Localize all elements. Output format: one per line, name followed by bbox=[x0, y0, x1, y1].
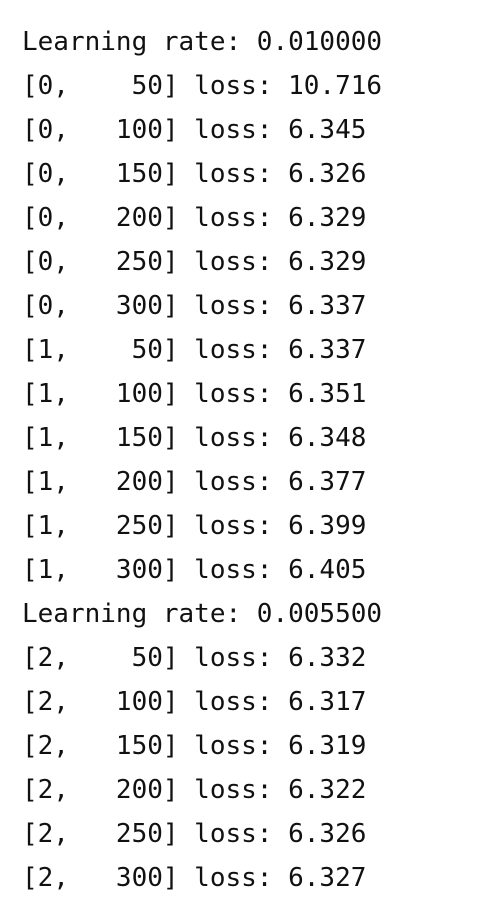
log-line: [0, 200] loss: 6.329 bbox=[22, 203, 367, 233]
log-line: [1, 100] loss: 6.351 bbox=[22, 379, 367, 409]
log-line: [1, 200] loss: 6.377 bbox=[22, 467, 367, 497]
console-output: Learning rate: 0.010000 [0, 50] loss: 10… bbox=[22, 20, 482, 900]
log-line: [2, 150] loss: 6.319 bbox=[22, 731, 367, 761]
log-line: [0, 250] loss: 6.329 bbox=[22, 247, 367, 277]
log-line: [2, 200] loss: 6.322 bbox=[22, 775, 367, 805]
log-line: [0, 150] loss: 6.326 bbox=[22, 159, 367, 189]
log-line: [2, 100] loss: 6.317 bbox=[22, 687, 367, 717]
log-line: [0, 50] loss: 10.716 bbox=[22, 71, 383, 101]
log-line: [2, 250] loss: 6.326 bbox=[22, 819, 367, 849]
log-line: [2, 50] loss: 6.332 bbox=[22, 643, 367, 673]
log-line: [1, 250] loss: 6.399 bbox=[22, 511, 367, 541]
log-line: Learning rate: 0.010000 bbox=[22, 27, 383, 57]
log-line: [1, 50] loss: 6.337 bbox=[22, 335, 367, 365]
log-line: [0, 100] loss: 6.345 bbox=[22, 115, 367, 145]
log-line: [1, 300] loss: 6.405 bbox=[22, 555, 367, 585]
log-line: [0, 300] loss: 6.337 bbox=[22, 291, 367, 321]
log-line: Learning rate: 0.005500 bbox=[22, 599, 383, 629]
log-line: [2, 300] loss: 6.327 bbox=[22, 863, 367, 893]
log-line: [1, 150] loss: 6.348 bbox=[22, 423, 367, 453]
